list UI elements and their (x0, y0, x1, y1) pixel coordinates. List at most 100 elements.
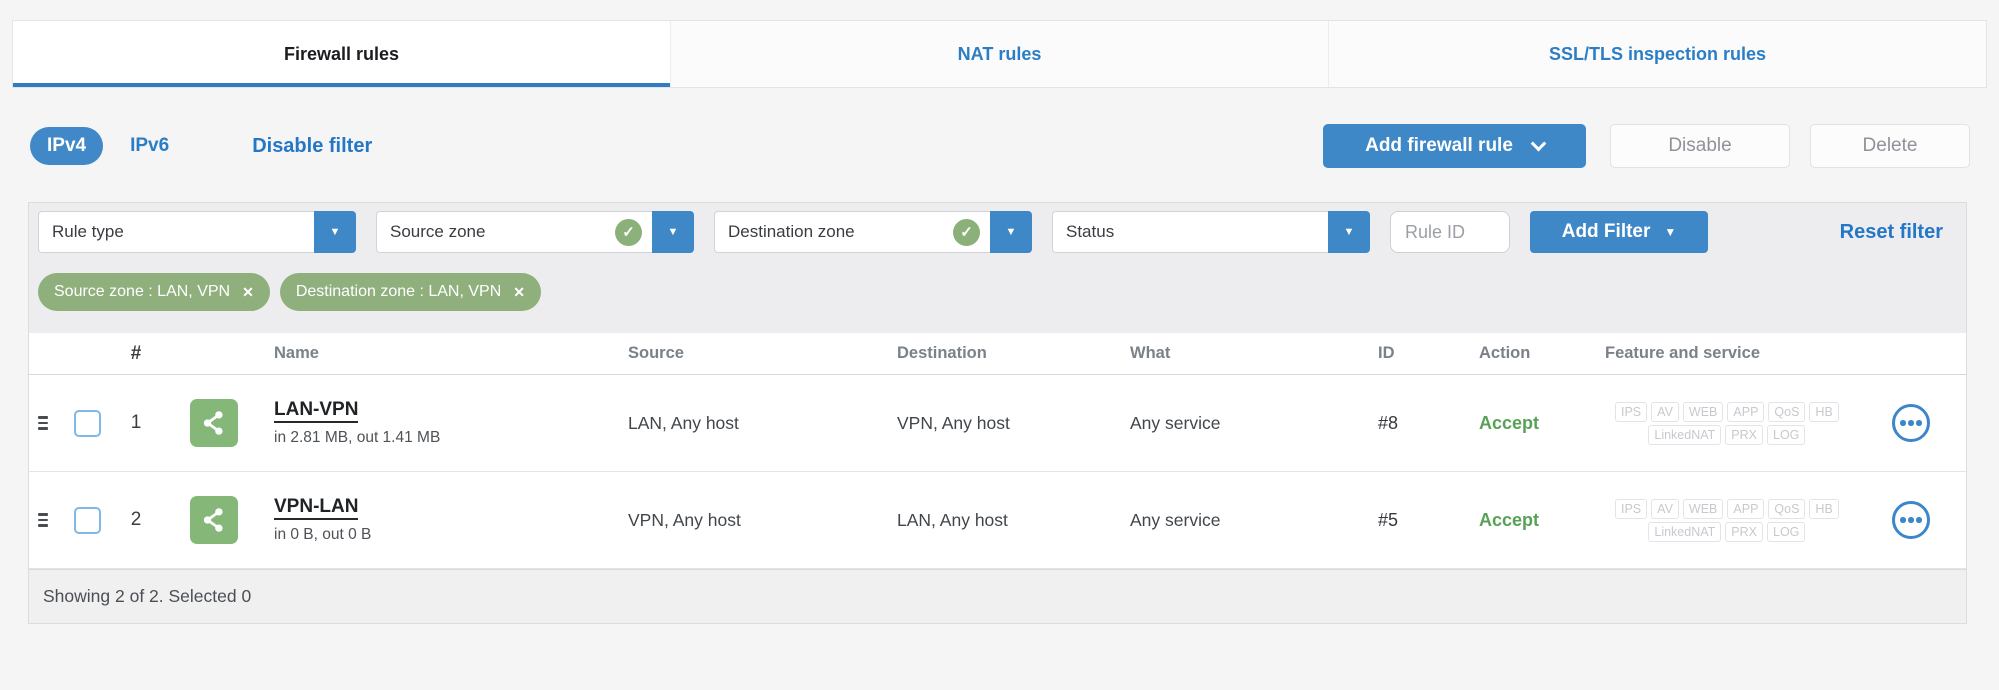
table-header-row: # Name Source Destination What ID Action… (29, 333, 1966, 375)
rule-id-input[interactable] (1390, 211, 1510, 253)
ellipsis-icon (1900, 517, 1906, 523)
disable-filter-link[interactable]: Disable filter (252, 135, 372, 158)
badge-web: WEB (1682, 401, 1724, 422)
delete-button[interactable]: Delete (1810, 124, 1970, 168)
chevron-down-icon (1530, 135, 1547, 151)
check-glyph: ✓ (622, 224, 635, 241)
row-number: 1 (130, 412, 142, 433)
rule-id-cell: #5 (1378, 509, 1399, 530)
status-dropdown[interactable]: Status ▼ (1052, 211, 1370, 253)
add-firewall-rule-label: Add firewall rule (1365, 135, 1513, 156)
tab-label: Firewall rules (283, 43, 400, 64)
add-filter-button[interactable]: Add Filter ▼ (1530, 211, 1708, 253)
feature-badges: IPS AV WEB APP QoS HB LinkedNAT PRX LOG (1615, 401, 1839, 445)
column-header-source: Source (628, 344, 684, 362)
chevron-down-icon: ▼ (1664, 225, 1677, 239)
dropdown-arrow-button[interactable]: ▼ (1328, 211, 1370, 253)
chevron-down-icon: ▼ (667, 226, 679, 238)
delete-label: Delete (1862, 135, 1918, 156)
ellipsis-icon (1900, 420, 1906, 426)
table-row: 2 VPN-LAN in 0 B, out 0 B VPN, Any host … (29, 472, 1966, 569)
dropdown-label: Rule type (52, 222, 124, 241)
filter-chip-destination-zone: Destination zone : LAN, VPN ✕ (279, 273, 541, 311)
traffic-stats: in 0 B, out 0 B (274, 526, 372, 543)
disable-label: Disable (1668, 135, 1732, 156)
action-cell: Accept (1479, 509, 1540, 530)
row-checkbox[interactable] (73, 506, 101, 534)
showing-status: Showing 2 of 2. Selected 0 (43, 586, 252, 606)
check-circle-icon: ✓ (953, 218, 980, 246)
chip-label: Source zone : LAN, VPN (54, 283, 231, 300)
reset-filter-link[interactable]: Reset filter (1840, 221, 1943, 244)
source-cell: LAN, Any host (628, 412, 739, 433)
badge-linkednat: LinkedNAT (1648, 424, 1722, 445)
add-firewall-rule-button[interactable]: Add firewall rule (1323, 124, 1586, 168)
drag-handle-icon[interactable] (38, 416, 48, 430)
tab-ssl-tls-inspection-rules[interactable]: SSL/TLS inspection rules (1328, 21, 1986, 87)
tab-firewall-rules[interactable]: Firewall rules (13, 21, 670, 87)
badge-prx: PRX (1725, 424, 1763, 445)
active-filter-chips: Source zone : LAN, VPN ✕ Destination zon… (29, 261, 1966, 333)
share-icon (190, 399, 238, 447)
dropdown-label: Destination zone (728, 222, 855, 241)
rule-name-block: VPN-LAN in 0 B, out 0 B (274, 496, 371, 544)
column-header-id: ID (1378, 344, 1395, 362)
source-cell: VPN, Any host (628, 509, 741, 530)
table-row: 1 LAN-VPN in 2.81 MB, out 1.41 MB LAN, A… (29, 375, 1966, 472)
filter-row: Rule type ▼ Source zone ✓ ▼ Destination … (29, 203, 1966, 261)
close-icon[interactable]: ✕ (242, 284, 254, 301)
destination-zone-dropdown[interactable]: Destination zone ✓ ▼ (714, 211, 1032, 253)
badge-hb: HB (1809, 401, 1839, 422)
badge-app: APP (1727, 498, 1765, 519)
dropdown-arrow-button[interactable]: ▼ (652, 211, 694, 253)
badge-ips: IPS (1615, 401, 1648, 422)
column-header-name: Name (274, 344, 319, 362)
close-icon[interactable]: ✕ (513, 284, 525, 301)
badge-qos: QoS (1768, 498, 1806, 519)
badge-linkednat: LinkedNAT (1648, 521, 1722, 542)
dropdown-label: Status (1066, 222, 1115, 241)
rule-type-dropdown[interactable]: Rule type ▼ (38, 211, 356, 253)
dropdown-field: Source zone ✓ (376, 211, 652, 253)
dropdown-label: Source zone (390, 222, 486, 241)
row-menu-button[interactable] (1892, 404, 1930, 442)
what-cell: Any service (1130, 509, 1221, 530)
badge-av: AV (1651, 498, 1679, 519)
chip-label: Destination zone : LAN, VPN (295, 283, 502, 300)
what-cell: Any service (1130, 412, 1221, 433)
badge-ips: IPS (1615, 498, 1648, 519)
destination-cell: LAN, Any host (897, 509, 1008, 530)
toolbar-actions: Add firewall rule Disable Delete (1323, 124, 1970, 168)
rule-name-link[interactable]: VPN-LAN (274, 496, 359, 520)
tab-nat-rules[interactable]: NAT rules (670, 21, 1328, 87)
row-number: 2 (130, 509, 142, 530)
ipv4-toggle[interactable]: IPv4 (30, 127, 104, 165)
traffic-stats: in 2.81 MB, out 1.41 MB (274, 429, 441, 446)
badge-log: LOG (1767, 521, 1806, 542)
chevron-down-icon: ▼ (329, 226, 341, 238)
badge-hb: HB (1809, 498, 1839, 519)
table-footer: Showing 2 of 2. Selected 0 (29, 569, 1966, 623)
dropdown-arrow-button[interactable]: ▼ (990, 211, 1032, 253)
dropdown-field: Destination zone ✓ (714, 211, 990, 253)
disable-button[interactable]: Disable (1610, 124, 1790, 168)
row-checkbox[interactable] (73, 409, 101, 437)
dropdown-arrow-button[interactable]: ▼ (314, 211, 356, 253)
tab-label: NAT rules (957, 43, 1042, 64)
source-zone-dropdown[interactable]: Source zone ✓ ▼ (376, 211, 694, 253)
filter-zone: Rule type ▼ Source zone ✓ ▼ Destination … (29, 203, 1966, 333)
toolbar: IPv4 IPv6 Disable filter Add firewall ru… (30, 124, 1970, 168)
firewall-rules-panel: Rule type ▼ Source zone ✓ ▼ Destination … (28, 202, 1967, 624)
rule-id-cell: #8 (1378, 412, 1399, 433)
rule-name-link[interactable]: LAN-VPN (274, 399, 359, 423)
column-header-destination: Destination (897, 344, 987, 362)
drag-handle-icon[interactable] (38, 513, 48, 527)
add-filter-label: Add Filter (1561, 221, 1651, 242)
column-header-what: What (1130, 344, 1171, 362)
rule-type-tabbar: Firewall rules NAT rules SSL/TLS inspect… (12, 20, 1987, 88)
dropdown-field: Status (1052, 211, 1328, 253)
check-circle-icon: ✓ (615, 218, 642, 246)
row-menu-button[interactable] (1892, 501, 1930, 539)
ipv6-toggle[interactable]: IPv6 (113, 127, 186, 165)
column-header-feature: Feature and service (1605, 344, 1760, 362)
